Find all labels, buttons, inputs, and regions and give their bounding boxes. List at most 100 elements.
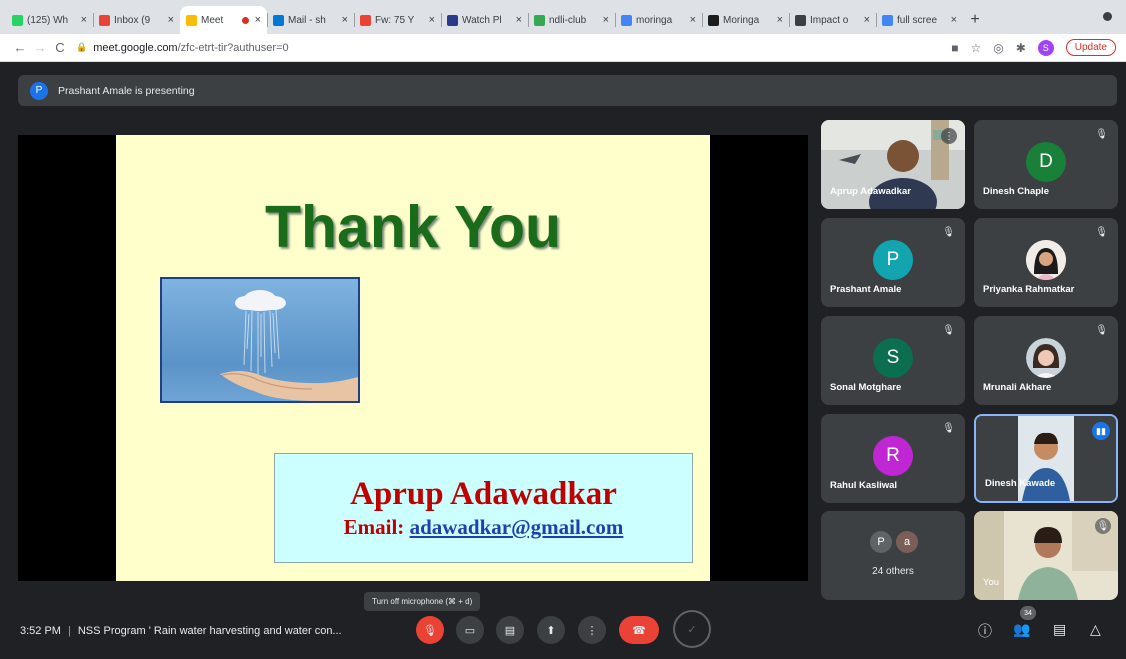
profile-avatar[interactable]: S — [1037, 39, 1054, 56]
others-tile[interactable]: P a 24 others — [821, 511, 965, 600]
participant-name: You — [983, 577, 1000, 588]
tab-favicon-icon — [621, 14, 632, 26]
participant-tile-you[interactable]: 🎙 You — [974, 511, 1118, 600]
browser-tab[interactable]: ndli-club × — [528, 6, 615, 34]
tab-favicon-icon — [795, 14, 806, 26]
mic-off-icon: 🎙 — [1095, 325, 1108, 336]
browser-tab-strip: (125) Wh × Inbox (9 × Meet × Mail - sh × Fw: 75 … — [0, 0, 1126, 34]
tab-title: Moringa — [723, 14, 760, 26]
tab-title: Inbox (9 — [114, 14, 151, 26]
mic-off-icon: 🎙 — [942, 325, 955, 336]
extension-icon[interactable]: ◎ — [993, 41, 1003, 55]
participant-tile-prashant[interactable]: 🎙 P Prashant Amale — [821, 218, 965, 307]
reload-icon[interactable]: C — [50, 40, 70, 55]
check-icon[interactable]: ✓ — [673, 610, 711, 648]
more-options-icon[interactable]: ⋮ — [941, 128, 957, 144]
presenting-text: Prashant Amale is presenting — [58, 84, 195, 97]
close-tab-icon[interactable]: × — [81, 14, 87, 26]
mic-off-icon: 🎙 — [942, 423, 955, 434]
update-button[interactable]: Update — [1065, 39, 1116, 56]
meeting-details[interactable]: 3:52 PM | NSS Program ' Rain water harvest… — [20, 625, 342, 637]
participant-tile-rahul[interactable]: 🎙 R Rahul Kasliwal — [821, 414, 965, 503]
forward-icon[interactable]: → — [30, 40, 50, 55]
close-tab-icon[interactable]: × — [864, 14, 870, 26]
others-avatar: a — [896, 531, 918, 553]
participant-avatar: D — [1026, 142, 1066, 182]
others-avatars: P a — [870, 531, 918, 553]
tab-favicon-icon — [534, 14, 545, 26]
leave-call-button[interactable]: ☎ — [619, 616, 659, 644]
tab-title: Fw: 75 Y — [375, 14, 415, 26]
camera-toggle-button[interactable]: ▭ — [456, 616, 484, 644]
close-tab-icon[interactable]: × — [777, 14, 783, 26]
participant-photo — [1026, 338, 1066, 378]
browser-tab[interactable]: Watch Pl × — [441, 6, 528, 34]
captions-button[interactable]: ▤ — [496, 616, 524, 644]
chat-icon[interactable]: ▤ — [1053, 621, 1066, 638]
tab-title: moringa — [636, 14, 673, 26]
close-tab-icon[interactable]: × — [690, 14, 696, 26]
browser-tab[interactable]: Fw: 75 Y × — [354, 6, 441, 34]
people-icon[interactable]: 👥 — [1013, 621, 1030, 638]
tab-favicon-icon — [99, 14, 110, 26]
close-tab-icon[interactable]: × — [429, 14, 435, 26]
meeting-time: 3:52 PM — [20, 625, 61, 637]
mic-off-icon: 🎙 — [942, 227, 955, 238]
close-tab-icon[interactable]: × — [342, 14, 348, 26]
email-label: Email: — [343, 515, 405, 539]
participant-tile-mrunali[interactable]: 🎙 Mrunali Akhare — [974, 316, 1118, 405]
participant-name: Aprup Adawadkar — [830, 186, 911, 197]
browser-tab[interactable]: moringa × — [615, 6, 702, 34]
url-field[interactable]: 🔒 meet.google.com/zfc-etrt-tir?authuser=… — [76, 42, 951, 54]
close-tab-icon[interactable]: × — [168, 14, 174, 26]
close-tab-icon[interactable]: × — [516, 14, 522, 26]
close-tab-icon[interactable]: × — [255, 14, 261, 26]
tab-title: Meet — [201, 14, 224, 26]
presenter-credit-box: Aprup Adawadkar Email: adawadkar@gmail.c… — [274, 453, 693, 563]
participant-name: Mrunali Akhare — [983, 382, 1052, 393]
tab-title: ndli-club — [549, 14, 587, 26]
rain-hand-image — [160, 277, 360, 403]
browser-tab[interactable]: full scree × — [876, 6, 963, 34]
meeting-info-icon[interactable]: ⓘ — [978, 621, 992, 641]
bookmark-star-icon[interactable]: ☆ — [970, 41, 981, 55]
meeting-separator: | — [67, 625, 71, 637]
meeting-controls-bar: 3:52 PM | NSS Program ' Rain water harvest… — [0, 606, 1126, 659]
participant-tile-dinesh-kawade[interactable]: ▮▮ Dinesh Kawade — [974, 414, 1118, 503]
participant-name: Priyanka Rahmatkar — [983, 284, 1075, 295]
more-options-button[interactable]: ⋮ — [578, 616, 606, 644]
browser-tab[interactable]: Moringa × — [702, 6, 789, 34]
presentation-stage: Thank You Aprup Adawadkar Email: adawadk… — [18, 135, 808, 581]
participant-name: Rahul Kasliwal — [830, 480, 898, 491]
present-now-button[interactable]: ⬆ — [537, 616, 565, 644]
tab-favicon-icon — [882, 14, 893, 26]
presenting-banner: P Prashant Amale is presenting — [18, 75, 1117, 106]
lock-icon: 🔒 — [76, 42, 88, 52]
back-icon[interactable]: ← — [10, 40, 30, 55]
close-tab-icon[interactable]: × — [603, 14, 609, 26]
browser-tab[interactable]: (125) Wh × — [6, 6, 93, 34]
speaking-indicator-icon: ▮▮ — [1092, 422, 1110, 440]
browser-tab[interactable]: Impact o × — [789, 6, 876, 34]
tab-title: Watch Pl — [462, 14, 502, 26]
new-tab-button[interactable]: + — [963, 6, 987, 34]
participant-tile-dinesh-chaple[interactable]: 🎙 D Dinesh Chaple — [974, 120, 1118, 209]
browser-tab[interactable]: Meet × — [180, 6, 267, 34]
close-tab-icon[interactable]: × — [951, 14, 957, 26]
email-link[interactable]: adawadkar@gmail.com — [410, 515, 624, 539]
browser-tab[interactable]: Mail - sh × — [267, 6, 354, 34]
microphone-toggle-button[interactable]: 🎙 — [416, 616, 444, 644]
participant-name: Dinesh Chaple — [983, 186, 1049, 197]
camera-in-use-icon[interactable]: ■ — [951, 41, 958, 55]
tab-favicon-icon — [273, 14, 284, 26]
recording-dot-icon — [241, 16, 249, 24]
participant-tile-sonal[interactable]: 🎙 S Sonal Motghare — [821, 316, 965, 405]
participant-tile-aprup[interactable]: Aprup Adawadkar ⋮ — [821, 120, 965, 209]
participant-avatar: P — [873, 240, 913, 280]
browser-tab[interactable]: Inbox (9 × — [93, 6, 180, 34]
activities-icon[interactable]: △ — [1090, 621, 1101, 638]
tab-search-icon[interactable] — [1103, 12, 1112, 21]
puzzle-icon[interactable]: ✱ — [1016, 41, 1026, 55]
participant-photo — [1026, 240, 1066, 280]
participant-tile-priyanka[interactable]: 🎙 Priyanka Rahmatkar — [974, 218, 1118, 307]
